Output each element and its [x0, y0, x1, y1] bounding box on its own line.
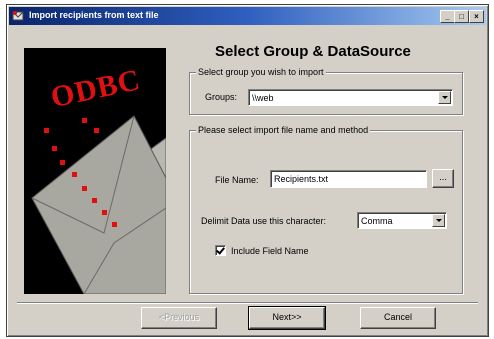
file-name-label: File Name: — [215, 175, 259, 185]
include-field-name-checkbox[interactable] — [215, 245, 226, 256]
previous-button[interactable]: <Previous — [141, 307, 217, 329]
group-box-title: Select group you wish to import — [196, 67, 326, 77]
include-field-name-label[interactable]: Include Field Name — [231, 246, 309, 256]
delimiter-value: Comma — [361, 216, 393, 226]
file-name-value: Recipients.txt — [274, 174, 329, 184]
window-title: Import recipients from text file — [29, 10, 159, 20]
wizard-illustration: ODBC — [24, 48, 166, 294]
browse-button[interactable]: ... — [432, 169, 454, 188]
delimiter-dropdown[interactable]: Comma — [357, 212, 447, 229]
file-name-input[interactable]: Recipients.txt — [270, 170, 427, 188]
button-separator — [17, 302, 478, 304]
import-dialog: Import recipients from text file _ □ × O… — [6, 4, 489, 337]
maximize-icon[interactable]: □ — [454, 10, 469, 23]
delimit-label: Delimit Data use this character: — [201, 216, 327, 226]
next-button[interactable]: Next>> — [248, 306, 326, 330]
minimize-icon[interactable]: _ — [440, 10, 455, 23]
groups-label: Groups: — [205, 92, 238, 102]
cancel-button[interactable]: Cancel — [360, 307, 436, 329]
import-file-box: Please select import file name and metho… — [189, 125, 463, 294]
page-title: Select Group & DataSource — [215, 43, 411, 60]
close-icon[interactable]: × — [469, 10, 484, 23]
dropdown-arrow-icon[interactable] — [438, 91, 451, 104]
file-box-title: Please select import file name and metho… — [196, 125, 371, 135]
groups-dropdown[interactable]: \\web — [248, 89, 453, 106]
groups-value: \\web — [252, 93, 274, 103]
dropdown-arrow-icon[interactable] — [432, 214, 445, 227]
app-icon — [12, 11, 24, 21]
group-selection-box: Select group you wish to import Groups: … — [189, 67, 463, 115]
title-bar[interactable]: Import recipients from text file _ □ × — [9, 7, 486, 25]
